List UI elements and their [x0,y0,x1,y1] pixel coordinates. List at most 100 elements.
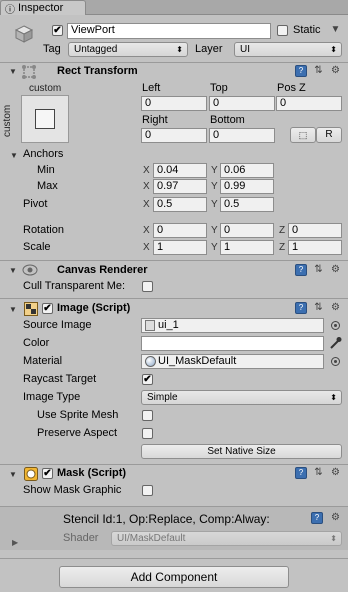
tab-label: Inspector [18,2,64,14]
layer-dropdown[interactable]: UI ⬍ [234,42,342,57]
layer-label: Layer [195,43,223,55]
show-mask-graphic-checkbox[interactable] [142,485,153,496]
set-native-size-button[interactable]: Set Native Size [141,444,342,459]
foldout-arrow-icon[interactable]: ▼ [9,266,17,275]
anchor-min-x-field[interactable]: 0.04 [153,163,207,178]
material-foldout-icon[interactable]: ▶ [12,538,18,547]
mask-enabled-checkbox[interactable]: ✔ [42,468,53,479]
source-image-value: ui_1 [158,319,179,331]
help-book-icon[interactable]: ? [295,264,307,276]
rotation-y-field[interactable]: 0 [220,223,274,238]
separator [0,558,348,559]
static-checkbox[interactable] [277,25,288,36]
tab-inspector[interactable]: ⓘ Inspector [0,0,86,16]
material-sphere-icon [145,356,156,367]
tag-dropdown[interactable]: Untagged ⬍ [68,42,188,57]
eyedropper-icon[interactable] [329,336,342,350]
bottom-label: Bottom [210,114,245,126]
preserve-aspect-label: Preserve Aspect [37,427,118,439]
object-name-field[interactable]: ViewPort [67,23,271,39]
raw-edit-button[interactable]: R [316,127,342,143]
image-script-title: Image (Script) [57,302,131,314]
separator [0,464,348,465]
posz-field[interactable]: 0 [276,96,342,111]
axis-x-label: X [143,225,150,236]
preset-sliders-icon[interactable]: ⇅ [313,264,324,275]
preset-sliders-icon[interactable]: ⇅ [313,467,324,478]
preset-sliders-icon[interactable]: ⇅ [313,65,324,76]
rotation-label: Rotation [23,224,64,236]
foldout-arrow-icon[interactable]: ▼ [9,470,17,479]
gear-icon[interactable]: ⚙ [330,302,341,313]
axis-y-label: Y [211,181,218,192]
anchor-max-y-field[interactable]: 0.99 [220,179,274,194]
blueprint-mode-button[interactable]: ⬚ [290,127,316,143]
mask-component-icon [24,467,38,481]
help-book-icon[interactable]: ? [295,302,307,314]
axis-x-label: X [143,181,150,192]
use-sprite-mesh-checkbox[interactable] [142,410,153,421]
foldout-arrow-icon[interactable]: ▼ [9,67,17,76]
preset-sliders-icon[interactable]: ⇅ [313,302,324,313]
image-enabled-checkbox[interactable]: ✔ [42,303,53,314]
anchor-presets-button[interactable] [21,95,69,143]
axis-y-label: Y [211,242,218,253]
scale-y-field[interactable]: 1 [220,240,274,255]
bottom-field[interactable]: 0 [209,128,275,143]
top-label: Top [210,82,228,94]
gear-icon[interactable]: ⚙ [330,467,341,478]
scale-z-field[interactable]: 1 [288,240,342,255]
shader-dropdown[interactable]: UI/MaskDefault ⬍ [111,531,342,546]
axis-z-label: Z [279,242,286,253]
source-image-field[interactable]: ui_1 [141,318,324,333]
object-picker-icon[interactable] [331,321,340,330]
anchor-preset-square [35,109,55,129]
pivot-x-field[interactable]: 0.5 [153,197,207,212]
pivot-label: Pivot [23,198,48,210]
foldout-arrow-icon[interactable]: ▼ [9,305,17,314]
raycast-target-checkbox[interactable]: ✔ [142,374,153,385]
static-label: Static [293,24,321,36]
object-picker-icon[interactable] [331,357,340,366]
preserve-aspect-checkbox[interactable] [142,428,153,439]
left-field[interactable]: 0 [141,96,207,111]
anchor-max-x-field[interactable]: 0.97 [153,179,207,194]
image-type-dropdown[interactable]: Simple ⬍ [141,390,342,405]
rotation-z-field[interactable]: 0 [288,223,342,238]
info-icon: ⓘ [5,4,15,16]
tag-label: Tag [43,43,61,55]
material-field[interactable]: UI_MaskDefault [141,354,324,369]
cull-transparent-checkbox[interactable] [142,281,153,292]
gear-icon[interactable]: ⚙ [330,65,341,76]
axis-x-label: X [143,165,150,176]
help-book-icon[interactable]: ? [295,467,307,479]
help-book-icon[interactable]: ? [311,512,323,524]
anchor-min-y-field[interactable]: 0.06 [220,163,274,178]
scale-label: Scale [23,241,51,253]
min-label: Min [37,164,55,176]
axis-z-label: Z [279,225,286,236]
image-component-icon [24,302,38,316]
help-book-icon[interactable]: ? [295,65,307,77]
rotation-x-field[interactable]: 0 [153,223,207,238]
color-swatch[interactable] [141,336,324,351]
source-image-label: Source Image [23,319,92,331]
dropdown-arrow-icon: ⬍ [330,393,337,402]
pivot-y-field[interactable]: 0.5 [220,197,274,212]
anchors-foldout-icon[interactable]: ▼ [10,151,18,160]
material-value: UI_MaskDefault [158,355,237,367]
shader-label: Shader [63,532,99,544]
tag-value: Untagged [74,44,118,55]
static-dropdown-icon[interactable]: ▼ [330,24,341,35]
gear-icon[interactable]: ⚙ [330,512,341,523]
scale-x-field[interactable]: 1 [153,240,207,255]
shader-value: UI/MaskDefault [117,533,186,544]
active-checkbox[interactable]: ✔ [52,25,63,36]
cull-transparent-label: Cull Transparent Me: [23,280,126,292]
right-field[interactable]: 0 [141,128,207,143]
top-field[interactable]: 0 [209,96,275,111]
dropdown-arrow-icon: ⬍ [176,45,183,54]
color-label: Color [23,337,50,349]
gear-icon[interactable]: ⚙ [330,264,341,275]
add-component-button[interactable]: Add Component [59,566,289,588]
